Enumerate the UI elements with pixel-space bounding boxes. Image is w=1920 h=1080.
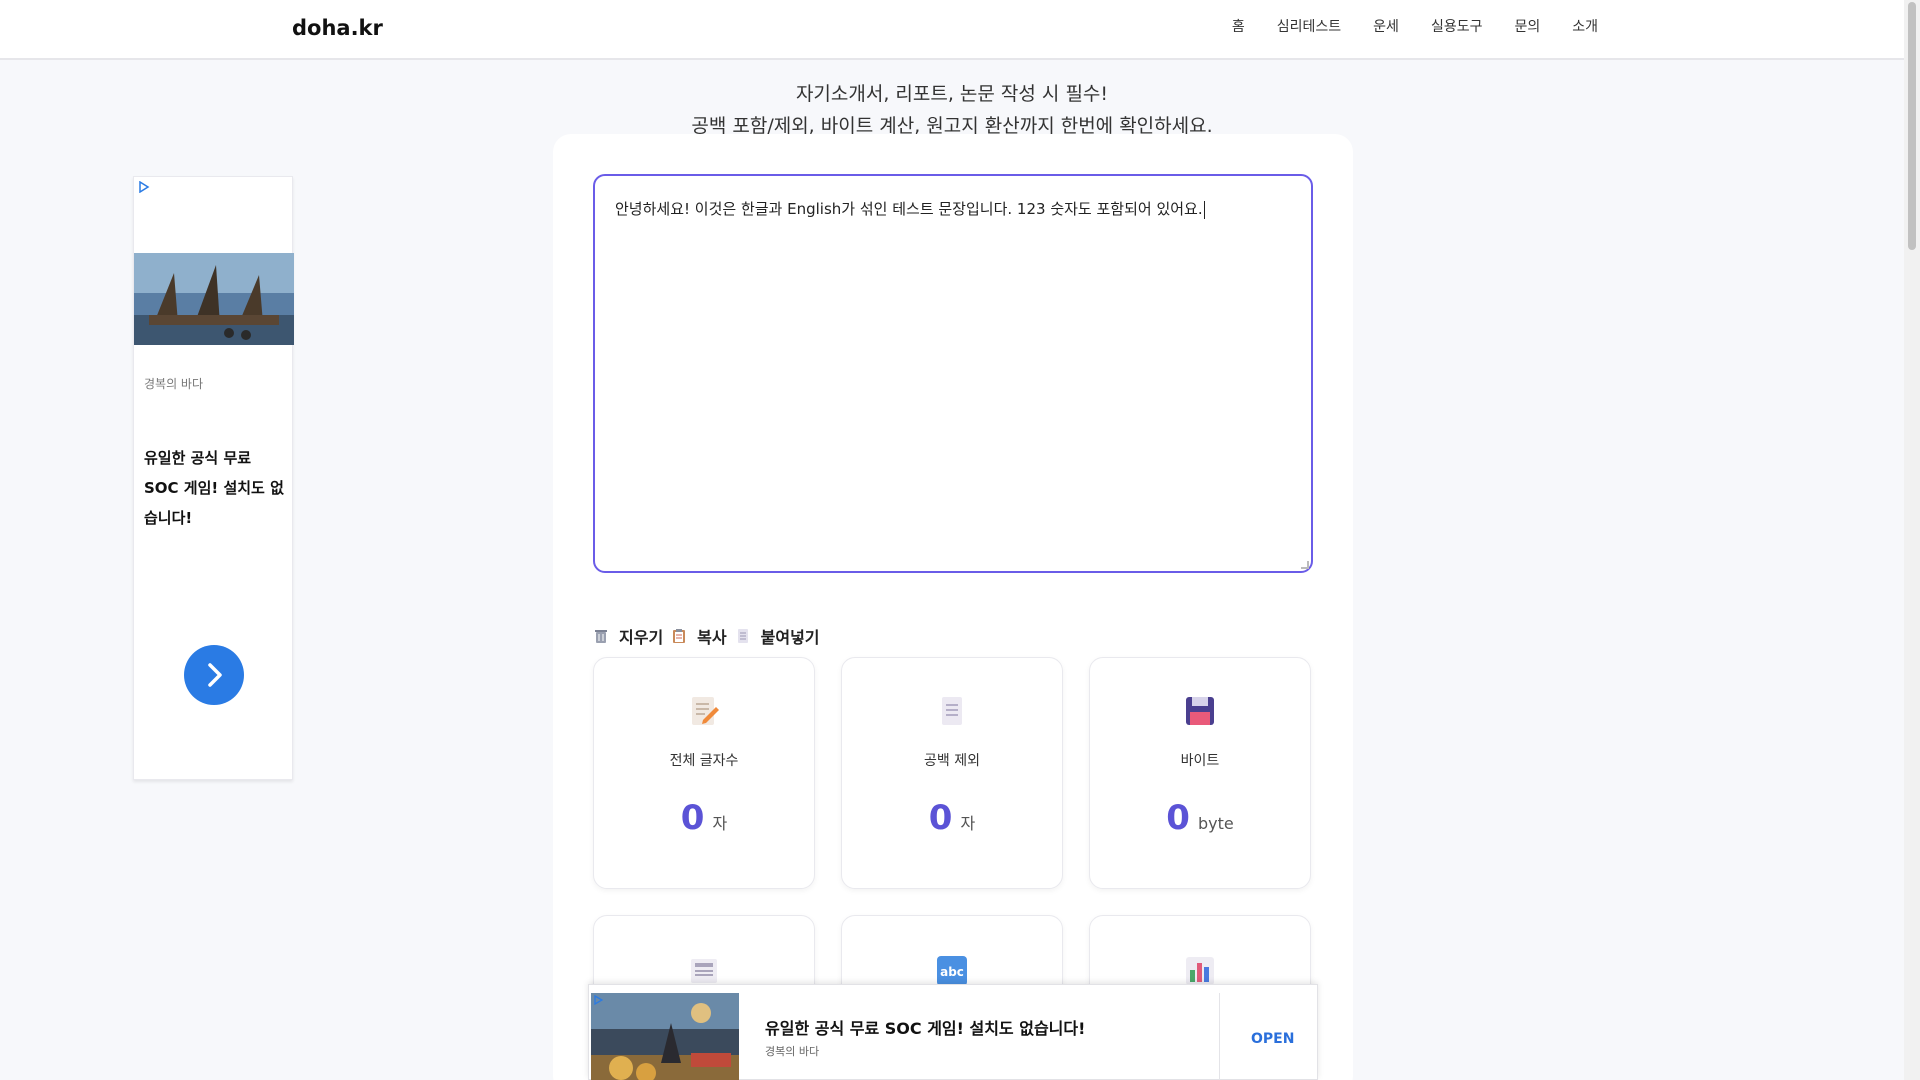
stat-number: 0 [1166, 798, 1190, 838]
stat-number: 0 [680, 798, 705, 838]
chevron-right-icon [208, 663, 222, 687]
editor-toolbar: 지우기 복사 붙여넣기 [593, 624, 828, 648]
svg-text:abc: abc [940, 965, 964, 979]
page-scrollbar[interactable] [1904, 0, 1920, 1080]
document-icon [737, 629, 748, 643]
stat-number: 0 [928, 798, 953, 838]
side-advertisement[interactable]: 경복의 바다 유일한 공식 무료 SOC 게임! 설치도 없습니다! [133, 176, 294, 780]
subtitle-line-1: 자기소개서, 리포트, 논문 작성 시 필수! [795, 83, 1109, 105]
stat-unit: byte [1197, 814, 1234, 833]
nav-contact[interactable]: 문의 [1514, 16, 1540, 36]
ad-open-button[interactable] [184, 645, 244, 705]
trash-icon [595, 630, 607, 643]
bottom-advertisement[interactable]: 유일한 공식 무료 SOC 게임! 설치도 없습니다! 경복의 바다 OPEN [588, 984, 1318, 1080]
stat-label: 공백 제외 [924, 753, 980, 769]
scrollbar-thumb[interactable] [1908, 2, 1916, 250]
bottom-ad-headline[interactable]: 유일한 공식 무료 SOC 게임! 설치도 없습니다! [765, 1015, 1085, 1039]
bottom-ad-source: 경복의 바다 [765, 1045, 820, 1058]
bar-chart-icon [1186, 957, 1214, 985]
text-caret [1203, 200, 1205, 219]
adchoices-icon[interactable] [138, 181, 150, 193]
nav-fortune[interactable]: 운세 [1373, 16, 1399, 36]
stat-card-bytes: 바이트 0 byte [1089, 657, 1311, 889]
stat-unit: 자 [712, 814, 728, 833]
nav-psych-test[interactable]: 심리테스트 [1277, 16, 1341, 36]
ad-source: 경복의 바다 [144, 377, 204, 391]
clipboard-icon [673, 629, 686, 643]
paste-button[interactable]: 붙여넣기 [735, 624, 820, 648]
page-subtitle: 자기소개서, 리포트, 논문 작성 시 필수! 공백 포함/제외, 바이트 계산… [552, 78, 1352, 142]
text-input-value: 안녕하세요! 이것은 한글과 English가 섞인 테스트 문장입니다. 12… [615, 200, 1203, 218]
bottom-ad-divider [1219, 993, 1220, 1080]
stat-unit: 자 [960, 814, 976, 833]
copy-button[interactable]: 복사 [671, 624, 727, 648]
site-logo[interactable]: doha.kr [292, 16, 383, 40]
nav-home[interactable]: 홈 [1232, 16, 1245, 36]
main-nav: 홈 심리테스트 운세 실용도구 문의 소개 [1200, 16, 1598, 36]
bottom-ad-image[interactable] [591, 993, 739, 1080]
clear-label: 지우기 [619, 628, 664, 647]
copy-label: 복사 [697, 628, 727, 647]
nav-about[interactable]: 소개 [1572, 16, 1598, 36]
stat-card-total: 전체 글자수 0자 [593, 657, 815, 889]
stat-card-no-space: 공백 제외 0자 [841, 657, 1063, 889]
stat-value: 0자 [594, 798, 814, 838]
resize-handle[interactable] [1301, 561, 1309, 569]
stat-label: 바이트 [1180, 753, 1220, 769]
page-icon [942, 697, 962, 725]
site-header: doha.kr 홈 심리테스트 운세 실용도구 문의 소개 [0, 0, 1904, 60]
ad-image[interactable] [134, 253, 294, 345]
stat-value: 0자 [842, 798, 1062, 838]
text-input-content[interactable]: 안녕하세요! 이것은 한글과 English가 섞인 테스트 문장입니다. 12… [615, 198, 1291, 219]
adchoices-icon[interactable] [593, 995, 603, 1005]
bottom-ad-open-button[interactable]: OPEN [1251, 1031, 1294, 1047]
ad-headline[interactable]: 유일한 공식 무료 SOC 게임! 설치도 없습니다! [144, 443, 284, 533]
nav-tools[interactable]: 실용도구 [1431, 16, 1483, 36]
stat-value: 0 byte [1090, 798, 1310, 838]
clear-button[interactable]: 지우기 [593, 624, 663, 648]
abc-icon: abc [937, 956, 967, 986]
memo-icon [692, 697, 719, 725]
text-input-area[interactable]: 안녕하세요! 이것은 한글과 English가 섞인 테스트 문장입니다. 12… [593, 174, 1313, 573]
stat-label: 전체 글자수 [669, 753, 739, 769]
newspaper-icon [691, 959, 717, 983]
paste-label: 붙여넣기 [760, 628, 820, 647]
floppy-disk-icon [1186, 697, 1214, 725]
